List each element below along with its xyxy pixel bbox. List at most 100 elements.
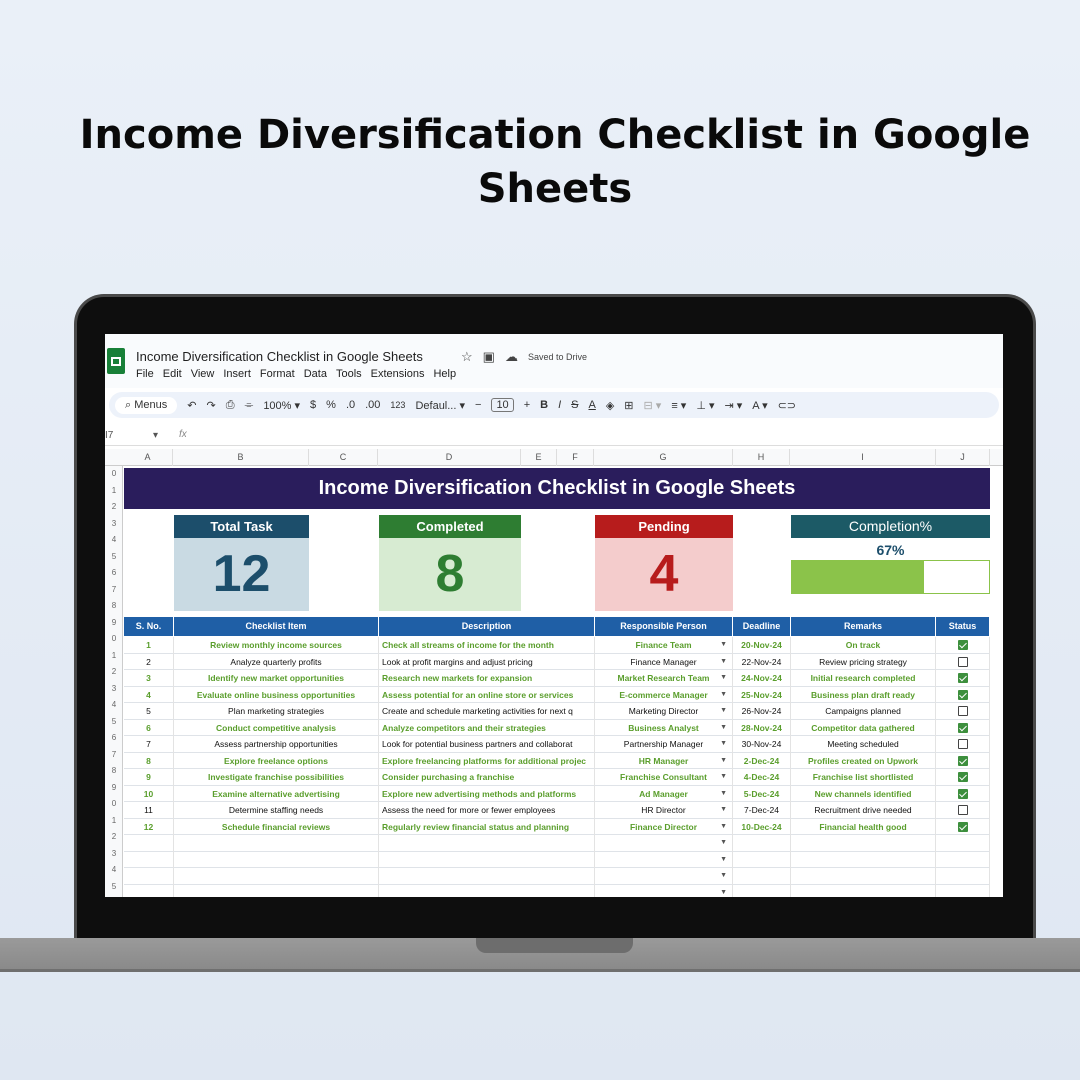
- menu-tools[interactable]: Tools: [336, 368, 362, 380]
- row-header[interactable]: 9: [105, 618, 123, 627]
- row-header[interactable]: 2: [105, 667, 123, 676]
- row-header[interactable]: 8: [105, 766, 123, 775]
- row-header[interactable]: 3: [105, 684, 123, 693]
- responsible-person-cell[interactable]: Marketing Director ▼: [595, 703, 733, 720]
- menu-insert[interactable]: Insert: [223, 368, 251, 380]
- column-header[interactable]: F: [557, 449, 594, 466]
- menu-file[interactable]: File: [136, 368, 154, 380]
- menu-view[interactable]: View: [191, 368, 215, 380]
- font-size-field[interactable]: 10: [491, 398, 514, 412]
- checkbox-checked-icon[interactable]: [958, 772, 968, 782]
- responsible-person-cell[interactable]: Market Research Team ▼: [595, 670, 733, 687]
- text-rotation-icon[interactable]: A ▾: [752, 399, 767, 412]
- dropdown-caret-icon[interactable]: ▼: [720, 654, 727, 671]
- print-icon[interactable]: ⎙: [226, 399, 235, 412]
- row-header[interactable]: 4: [105, 865, 123, 874]
- font-size-decrease-button[interactable]: −: [475, 399, 481, 411]
- empty-cell[interactable]: [791, 851, 936, 868]
- currency-button[interactable]: $: [310, 399, 316, 411]
- row-header[interactable]: 7: [105, 750, 123, 759]
- dropdown-caret-icon[interactable]: ▼: [720, 703, 727, 720]
- redo-icon[interactable]: ↷: [206, 399, 215, 412]
- empty-cell[interactable]: [733, 851, 791, 868]
- star-icon[interactable]: ☆: [461, 349, 473, 365]
- row-header[interactable]: 2: [105, 832, 123, 841]
- empty-cell[interactable]: [936, 835, 990, 852]
- empty-cell[interactable]: [379, 851, 595, 868]
- row-header[interactable]: 3: [105, 519, 123, 528]
- document-title[interactable]: Income Diversification Checklist in Goog…: [136, 349, 423, 364]
- merge-cells-icon[interactable]: ⊟ ▾: [644, 399, 662, 412]
- empty-cell[interactable]: [174, 868, 379, 885]
- dropdown-caret-icon[interactable]: ▼: [720, 670, 727, 687]
- responsible-person-cell[interactable]: Franchise Consultant ▼: [595, 769, 733, 786]
- dropdown-caret-icon[interactable]: ▼: [720, 769, 727, 786]
- menus-search[interactable]: ⌕ Menus: [115, 396, 178, 414]
- empty-cell[interactable]: ▼: [595, 851, 733, 869]
- dropdown-caret-icon[interactable]: ▼: [720, 819, 727, 836]
- sheets-logo-icon[interactable]: [107, 348, 125, 374]
- empty-cell[interactable]: [791, 884, 936, 897]
- column-header[interactable]: G: [594, 449, 733, 466]
- empty-cell[interactable]: [379, 884, 595, 897]
- row-header[interactable]: 5: [105, 882, 123, 891]
- row-header[interactable]: 1: [105, 486, 123, 495]
- dropdown-caret-icon[interactable]: ▼: [720, 736, 727, 753]
- row-header[interactable]: 1: [105, 816, 123, 825]
- column-header[interactable]: C: [309, 449, 378, 466]
- empty-cell[interactable]: [936, 851, 990, 868]
- empty-cell[interactable]: [791, 868, 936, 885]
- chevron-down-icon[interactable]: ▾: [153, 430, 158, 441]
- checkbox-checked-icon[interactable]: [958, 755, 968, 766]
- column-header[interactable]: H: [733, 449, 790, 466]
- empty-cell[interactable]: [936, 868, 990, 885]
- dropdown-caret-icon[interactable]: ▼: [720, 868, 727, 885]
- dropdown-caret-icon[interactable]: ▼: [720, 885, 727, 898]
- responsible-person-cell[interactable]: HR Director ▼: [595, 802, 733, 819]
- row-header[interactable]: 2: [105, 502, 123, 511]
- empty-cell[interactable]: [379, 868, 595, 885]
- column-header[interactable]: B: [173, 449, 309, 466]
- empty-cell[interactable]: [733, 835, 791, 852]
- responsible-person-cell[interactable]: HR Manager ▼: [595, 752, 733, 769]
- responsible-person-cell[interactable]: Ad Manager ▼: [595, 785, 733, 802]
- column-header[interactable]: A: [123, 449, 173, 466]
- responsible-person-cell[interactable]: Business Analyst ▼: [595, 719, 733, 736]
- checkbox-unchecked-icon[interactable]: [958, 739, 968, 749]
- dropdown-caret-icon[interactable]: ▼: [720, 802, 727, 819]
- row-header[interactable]: 0: [105, 634, 123, 643]
- column-header[interactable]: E: [521, 449, 557, 466]
- number-format-button[interactable]: 123: [390, 400, 405, 410]
- strikethrough-button[interactable]: S: [571, 399, 578, 411]
- undo-icon[interactable]: ↶: [187, 399, 196, 412]
- empty-cell[interactable]: [124, 851, 174, 868]
- row-header[interactable]: 5: [105, 717, 123, 726]
- dropdown-caret-icon[interactable]: ▼: [720, 835, 727, 852]
- empty-cell[interactable]: [174, 851, 379, 868]
- empty-cell[interactable]: [124, 884, 174, 897]
- empty-cell[interactable]: [124, 868, 174, 885]
- empty-cell[interactable]: [174, 835, 379, 852]
- responsible-person-cell[interactable]: Finance Team ▼: [595, 637, 733, 654]
- checkbox-checked-icon[interactable]: [958, 788, 968, 799]
- move-folder-icon[interactable]: ▣: [483, 349, 495, 365]
- empty-cell[interactable]: [936, 884, 990, 897]
- empty-cell[interactable]: [733, 868, 791, 885]
- menu-extensions[interactable]: Extensions: [371, 368, 425, 380]
- align-left-icon[interactable]: ≡ ▾: [671, 399, 686, 412]
- row-header[interactable]: 8: [105, 601, 123, 610]
- dropdown-caret-icon[interactable]: ▼: [720, 637, 727, 654]
- checkbox-unchecked-icon[interactable]: [958, 706, 968, 716]
- font-size-increase-button[interactable]: +: [524, 399, 530, 411]
- text-color-button[interactable]: A: [588, 399, 595, 411]
- column-header[interactable]: I: [790, 449, 936, 466]
- row-header[interactable]: 9: [105, 783, 123, 792]
- bold-button[interactable]: B: [540, 399, 548, 411]
- row-header[interactable]: 4: [105, 535, 123, 544]
- row-header[interactable]: 0: [105, 469, 123, 478]
- checkbox-checked-icon[interactable]: [958, 821, 968, 832]
- dropdown-caret-icon[interactable]: ▼: [720, 852, 727, 869]
- percent-button[interactable]: %: [326, 399, 336, 411]
- decrease-decimal-button[interactable]: .0: [346, 399, 355, 411]
- row-header[interactable]: 7: [105, 585, 123, 594]
